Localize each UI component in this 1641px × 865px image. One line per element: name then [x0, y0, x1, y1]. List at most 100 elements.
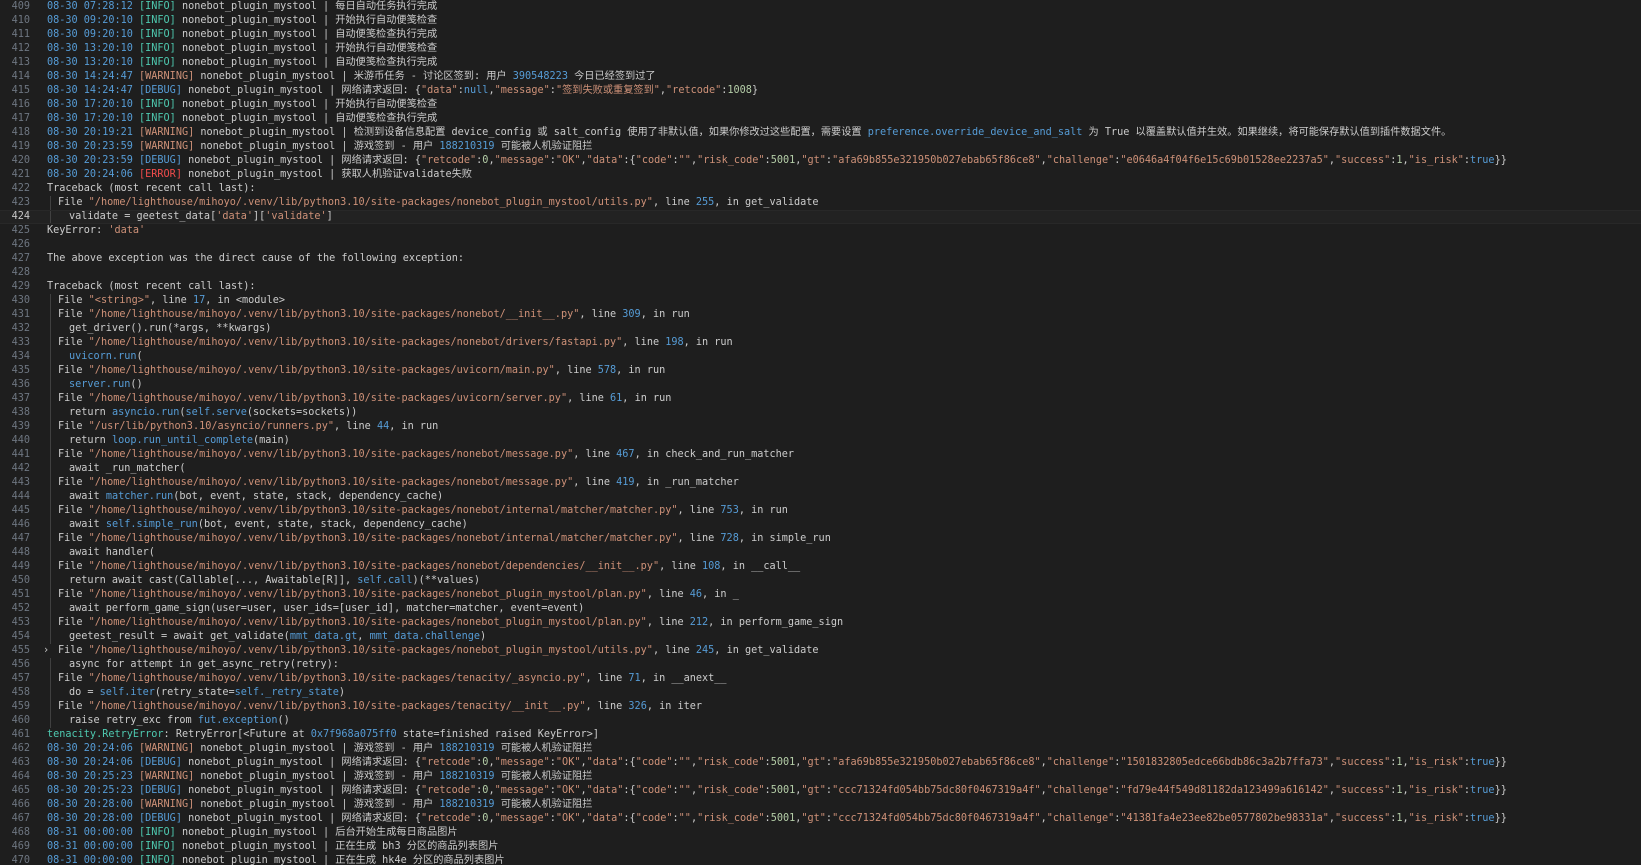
- token: "challenge": [1046, 813, 1115, 824]
- code-line[interactable]: 415 08-30 14:24:47 [DEBUG] nonebot_plugin…: [0, 84, 1641, 98]
- code-line[interactable]: 438 return asyncio.run(self.serve(sockets…: [0, 406, 1641, 420]
- code-line[interactable]: 419 08-30 20:23:59 [WARNING] nonebot_plug…: [0, 140, 1641, 154]
- code-line[interactable]: 430 File "<string>", line 17, in <module>: [0, 294, 1641, 308]
- line-text: File "/home/lighthouse/mihoyo/.venv/lib/…: [47, 672, 1641, 686]
- code-line[interactable]: 450 return await cast(Callable[..., Await…: [0, 574, 1641, 588]
- code-line[interactable]: 421 08-30 20:24:06 [ERROR] nonebot_plugin…: [0, 168, 1641, 182]
- line-number: 420: [11, 155, 30, 166]
- code-line[interactable]: 410 08-30 09:20:10 [INFO] nonebot_plugin_…: [0, 14, 1641, 28]
- code-line[interactable]: 414 08-30 14:24:47 [WARNING] nonebot_plug…: [0, 70, 1641, 84]
- log-editor[interactable]: 409 08-30 07:28:12 [INFO] nonebot_plugin_…: [0, 0, 1641, 865]
- line-number: 436: [11, 379, 30, 390]
- token: 5001: [770, 785, 796, 796]
- code-line[interactable]: 456 async for attempt in get_async_retry(…: [0, 658, 1641, 672]
- code-line[interactable]: 457 File "/home/lighthouse/mihoyo/.venv/l…: [0, 672, 1641, 686]
- code-line[interactable]: 444 await matcher.run(bot, event, state, …: [0, 490, 1641, 504]
- code-line[interactable]: 451 File "/home/lighthouse/mihoyo/.venv/l…: [0, 588, 1641, 602]
- line-number: 449: [11, 561, 30, 572]
- code-line[interactable]: 426: [0, 238, 1641, 252]
- code-line[interactable]: 441 File "/home/lighthouse/mihoyo/.venv/l…: [0, 448, 1641, 462]
- code-line[interactable]: 437 File "/home/lighthouse/mihoyo/.venv/l…: [0, 392, 1641, 406]
- code-line[interactable]: 434 uvicorn.run(: [0, 350, 1641, 364]
- code-line[interactable]: 412 08-30 13:20:10 [INFO] nonebot_plugin_…: [0, 42, 1641, 56]
- token: :{: [623, 155, 636, 166]
- code-line[interactable]: 452 await perform_game_sign(user=user, us…: [0, 602, 1641, 616]
- token: server.run: [69, 379, 131, 390]
- code-line[interactable]: 458 do = self.iter(retry_state=self._retr…: [0, 686, 1641, 700]
- line-number: 427: [11, 253, 30, 264]
- token: }}: [1494, 813, 1507, 824]
- code-line[interactable]: 466 08-30 20:28:00 [WARNING] nonebot_plug…: [0, 798, 1641, 812]
- line-text: KeyError: 'data': [47, 224, 1641, 238]
- code-line[interactable]: 461 tenacity.RetryError: RetryError[<Futu…: [0, 728, 1641, 742]
- code-line[interactable]: 416 08-30 17:20:10 [INFO] nonebot_plugin_…: [0, 98, 1641, 112]
- line-number: 451: [11, 589, 30, 600]
- code-line[interactable]: 420 08-30 20:23:59 [DEBUG] nonebot_plugin…: [0, 154, 1641, 168]
- code-line[interactable]: 469 08-31 00:00:00 [INFO] nonebot_plugin_…: [0, 840, 1641, 854]
- code-line[interactable]: 439 File "/usr/lib/python3.10/asyncio/run…: [0, 420, 1641, 434]
- line-text: do = self.iter(retry_state=self._retry_s…: [47, 686, 1641, 700]
- code-line[interactable]: 417 08-30 17:20:10 [INFO] nonebot_plugin_…: [0, 112, 1641, 126]
- code-line[interactable]: 468 08-31 00:00:00 [INFO] nonebot_plugin_…: [0, 826, 1641, 840]
- code-line[interactable]: 427 The above exception was the direct ca…: [0, 252, 1641, 266]
- code-line[interactable]: 448 await handler(: [0, 546, 1641, 560]
- code-line[interactable]: 467 08-30 20:28:00 [DEBUG] nonebot_plugin…: [0, 812, 1641, 826]
- line-text: File "/home/lighthouse/mihoyo/.venv/lib/…: [47, 308, 1641, 322]
- line-number: 443: [11, 477, 30, 488]
- token: "retcode": [420, 757, 477, 768]
- code-line[interactable]: 462 08-30 20:24:06 [WARNING] nonebot_plug…: [0, 742, 1641, 756]
- code-line[interactable]: 424 validate = geetest_data['data']['vali…: [0, 210, 1641, 224]
- code-line[interactable]: 454 geetest_result = await get_validate(m…: [0, 630, 1641, 644]
- token: "gt": [801, 813, 826, 824]
- code-line[interactable]: 431 File "/home/lighthouse/mihoyo/.venv/l…: [0, 308, 1641, 322]
- code-line[interactable]: 464 08-30 20:25:23 [WARNING] nonebot_plug…: [0, 770, 1641, 784]
- code-line[interactable]: 442 await _run_matcher(: [0, 462, 1641, 476]
- code-line[interactable]: 453 File "/home/lighthouse/mihoyo/.venv/l…: [0, 616, 1641, 630]
- code-line[interactable]: 423 File "/home/lighthouse/mihoyo/.venv/l…: [0, 196, 1641, 210]
- code-line[interactable]: 443 File "/home/lighthouse/mihoyo/.venv/l…: [0, 476, 1641, 490]
- code-line[interactable]: 460 raise retry_exc from fut.exception(): [0, 714, 1641, 728]
- code-line[interactable]: 433 File "/home/lighthouse/mihoyo/.venv/l…: [0, 336, 1641, 350]
- code-line[interactable]: 422 Traceback (most recent call last):: [0, 182, 1641, 196]
- code-line[interactable]: 449 File "/home/lighthouse/mihoyo/.venv/l…: [0, 560, 1641, 574]
- code-line[interactable]: 418 08-30 20:19:21 [WARNING] nonebot_plug…: [0, 126, 1641, 140]
- code-line[interactable]: 465 08-30 20:25:23 [DEBUG] nonebot_plugin…: [0, 784, 1641, 798]
- token: , line: [585, 673, 629, 684]
- token: 08-30 20:23:59: [47, 141, 140, 152]
- token: [WARNING]: [139, 71, 201, 82]
- token: ]: [326, 211, 333, 222]
- code-line[interactable]: 425 KeyError: 'data': [0, 224, 1641, 238]
- token: nonebot_plugin_mystool | 自动便笺检查执行完成: [181, 113, 438, 124]
- line-text: 08-30 07:28:12 [INFO] nonebot_plugin_mys…: [47, 0, 1641, 14]
- code-line[interactable]: 445 File "/home/lighthouse/mihoyo/.venv/l…: [0, 504, 1641, 518]
- code-line[interactable]: 413 08-30 13:20:10 [INFO] nonebot_plugin_…: [0, 56, 1641, 70]
- code-line[interactable]: 455 › File "/home/lighthouse/mihoyo/.venv/…: [0, 644, 1641, 658]
- code-line[interactable]: 435 File "/home/lighthouse/mihoyo/.venv/l…: [0, 364, 1641, 378]
- token: 245: [695, 645, 715, 656]
- token: "fd79e44f549d81182da123499a616142": [1120, 785, 1329, 796]
- code-line[interactable]: 470 08-31 00:00:00 [INFO] nonebot_plugin_…: [0, 854, 1641, 865]
- code-line[interactable]: 463 08-30 20:24:06 [DEBUG] nonebot_plugin…: [0, 756, 1641, 770]
- code-line[interactable]: 446 await self.simple_run(bot, event, sta…: [0, 518, 1641, 532]
- code-line[interactable]: 432 get_driver().run(*args, **kwargs): [0, 322, 1641, 336]
- code-line[interactable]: 436 server.run(): [0, 378, 1641, 392]
- token: File: [58, 533, 89, 544]
- code-line[interactable]: 409 08-30 07:28:12 [INFO] nonebot_plugin_…: [0, 0, 1641, 14]
- code-line[interactable]: 459 File "/home/lighthouse/mihoyo/.venv/l…: [0, 700, 1641, 714]
- token: "retcode": [420, 785, 477, 796]
- token: self.simple_run: [105, 519, 198, 530]
- code-line[interactable]: 440 return loop.run_until_complete(main): [0, 434, 1641, 448]
- code-line[interactable]: 447 File "/home/lighthouse/mihoyo/.venv/l…: [0, 532, 1641, 546]
- token: tenacity.RetryError: [47, 729, 164, 740]
- code-line[interactable]: 429 Traceback (most recent call last):: [0, 280, 1641, 294]
- code-line[interactable]: 428: [0, 266, 1641, 280]
- code-line[interactable]: 411 08-30 09:20:10 [INFO] nonebot_plugin_…: [0, 28, 1641, 42]
- token: [INFO]: [139, 57, 182, 68]
- line-number: 444: [11, 491, 30, 502]
- line-number: 429: [11, 281, 30, 292]
- token: uvicorn.run: [69, 351, 137, 362]
- token: 'validate': [265, 211, 327, 222]
- token: 326: [628, 701, 647, 712]
- token: 08-30 17:20:10: [47, 99, 140, 110]
- token: return: [69, 407, 112, 418]
